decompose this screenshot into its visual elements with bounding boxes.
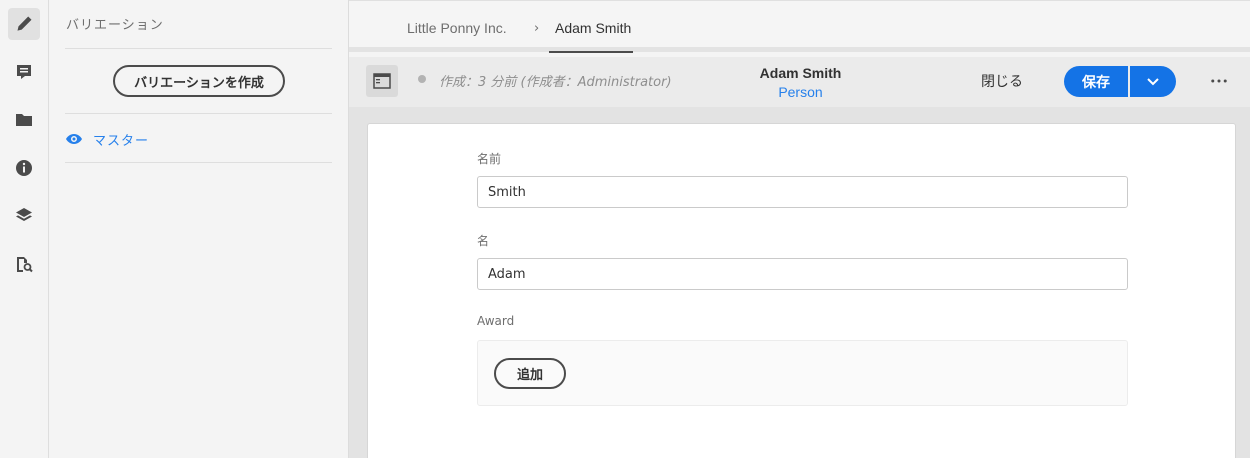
panel-title: バリエーション: [66, 18, 164, 33]
breadcrumb-current[interactable]: Adam Smith: [555, 20, 631, 36]
fragment-editor-card: 名前 名 Award 追加: [367, 123, 1236, 458]
active-tab-indicator: [549, 51, 633, 53]
comment-icon: [17, 65, 31, 79]
breadcrumb-parent[interactable]: Little Ponny Inc.: [407, 20, 507, 36]
save-options-button[interactable]: [1130, 66, 1176, 97]
layers-icon: [16, 208, 32, 221]
status-dot: [418, 75, 426, 83]
toggle-side-panel-button[interactable]: [366, 65, 398, 97]
find-reference-icon: [17, 257, 33, 273]
files-rail-button[interactable]: [8, 104, 40, 136]
add-award-button[interactable]: 追加: [494, 358, 566, 389]
breadcrumb: Little Ponny Inc. › Adam Smith: [349, 0, 1250, 53]
pencil-icon: [17, 16, 32, 31]
close-button[interactable]: 閉じる: [981, 71, 1023, 91]
first-name-field[interactable]: [477, 258, 1128, 290]
folder-icon: [16, 114, 32, 126]
chevron-down-icon: [1147, 77, 1159, 85]
edit-rail-button[interactable]: [8, 8, 40, 40]
award-label: Award: [477, 314, 515, 328]
more-icon: [1211, 79, 1227, 83]
award-multifield: 追加: [477, 340, 1128, 406]
divider: [65, 162, 332, 163]
last-name-label: 名前: [477, 152, 502, 166]
info-rail-button[interactable]: [8, 152, 40, 184]
create-variation-button[interactable]: バリエーションを作成: [113, 65, 285, 97]
left-rail: [0, 0, 49, 458]
side-panel-icon: [373, 73, 391, 89]
master-label: マスター: [93, 133, 150, 149]
variation-item-master[interactable]: マスター: [65, 128, 149, 150]
chevron-right-icon: ›: [534, 21, 540, 36]
info-icon: [16, 160, 32, 176]
eye-icon: [66, 134, 82, 144]
annotations-rail-button[interactable]: [8, 56, 40, 88]
first-name-label: 名: [477, 234, 490, 248]
more-actions-button[interactable]: [1207, 69, 1231, 93]
model-link[interactable]: Person: [729, 84, 872, 100]
structure-rail-button[interactable]: [8, 200, 40, 232]
variations-panel: バリエーション バリエーションを作成 マスター: [49, 0, 349, 458]
action-bar: 作成：3 分前 (作成者：Administrator) Adam Smith P…: [349, 57, 1250, 107]
fragment-title: Adam Smith: [759, 65, 842, 81]
status-text: 作成：3 分前 (作成者：Administrator): [439, 75, 672, 90]
last-name-field[interactable]: [477, 176, 1128, 208]
references-rail-button[interactable]: [8, 248, 40, 280]
divider: [65, 113, 332, 114]
save-button[interactable]: 保存: [1064, 66, 1128, 97]
divider: [65, 48, 332, 49]
